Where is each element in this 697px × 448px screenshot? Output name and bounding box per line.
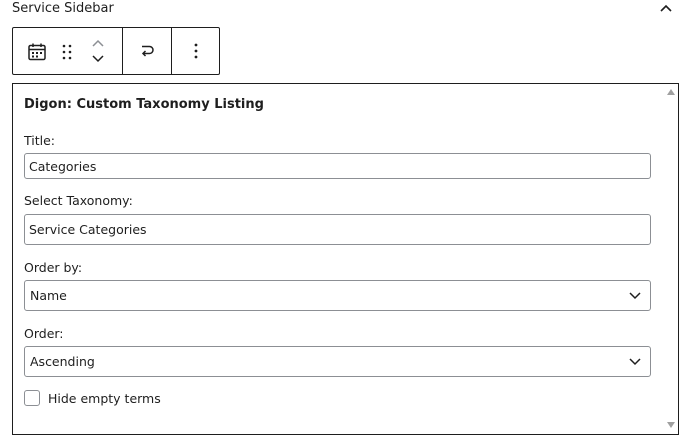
widget-form: Digon: Custom Taxonomy Listing Title: Ca…	[12, 83, 679, 435]
scroll-down-arrow-icon[interactable]	[667, 422, 675, 428]
chevron-up-icon[interactable]	[656, 0, 676, 16]
scroll-up-arrow-icon[interactable]	[667, 89, 675, 95]
hide-empty-checkbox[interactable]	[24, 390, 40, 406]
calendar-icon[interactable]	[26, 41, 48, 63]
order-by-value: Name	[30, 288, 67, 303]
block-tools-group	[13, 28, 122, 74]
transform-group	[122, 28, 171, 74]
widget-title: Digon: Custom Taxonomy Listing	[24, 97, 264, 112]
transform-button[interactable]	[136, 40, 158, 62]
chevron-down-icon	[629, 358, 641, 366]
order-value: Ascending	[30, 354, 95, 369]
more-vertical-icon	[194, 43, 197, 59]
options-group	[171, 28, 219, 74]
order-label: Order:	[24, 326, 64, 341]
scrollbar[interactable]	[664, 84, 678, 434]
drag-handle-icon[interactable]	[59, 41, 75, 63]
chevron-down-icon[interactable]	[88, 52, 108, 66]
chevron-up-icon[interactable]	[88, 36, 108, 50]
block-toolbar	[12, 27, 220, 75]
title-label: Title:	[24, 133, 55, 148]
chevron-down-icon	[629, 292, 641, 300]
title-input[interactable]: Categories	[24, 153, 651, 179]
panel-header[interactable]: Service Sidebar	[0, 0, 697, 20]
transform-icon	[141, 45, 154, 57]
taxonomy-input-value: Service Categories	[29, 222, 147, 237]
title-input-value: Categories	[29, 158, 97, 174]
hide-empty-row: Hide empty terms	[24, 390, 161, 406]
taxonomy-input[interactable]: Service Categories	[24, 214, 651, 245]
block-options-button[interactable]	[188, 40, 204, 62]
hide-empty-label[interactable]: Hide empty terms	[48, 391, 161, 406]
order-by-select[interactable]: Name	[24, 280, 651, 311]
order-by-label: Order by:	[24, 260, 83, 275]
panel-title: Service Sidebar	[12, 1, 114, 16]
order-select[interactable]: Ascending	[24, 346, 651, 377]
taxonomy-label: Select Taxonomy:	[24, 193, 133, 208]
